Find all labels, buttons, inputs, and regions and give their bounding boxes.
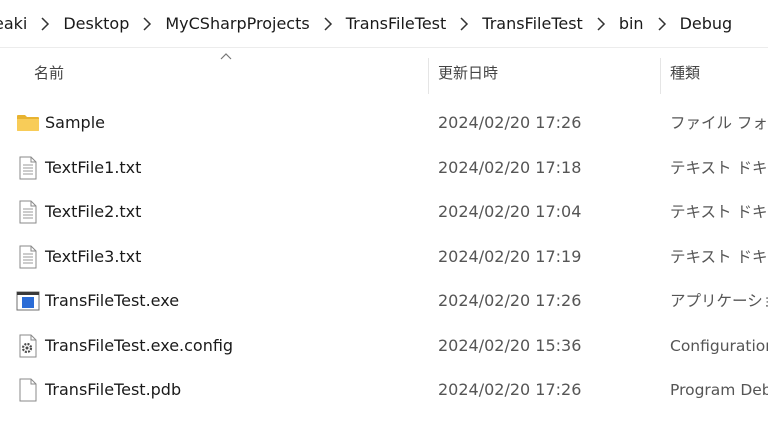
file-type: テキスト ドキュメント [670, 203, 768, 221]
breadcrumb: eaki Desktop MyCSharpProjects TransFileT… [0, 0, 768, 46]
column-divider[interactable] [428, 58, 429, 94]
breadcrumb-item-debug[interactable]: Debug [678, 14, 735, 33]
text-file-icon [19, 200, 37, 224]
chevron-right-icon[interactable] [318, 14, 338, 32]
file-type: Program Debug [670, 381, 768, 399]
breadcrumb-item-user[interactable]: eaki [0, 14, 29, 33]
chevron-right-icon[interactable] [137, 14, 157, 32]
chevron-right-icon[interactable] [454, 14, 474, 32]
text-file-icon [19, 245, 37, 268]
file-row-textfile3[interactable]: TextFile3.txt 2024/02/20 17:19 テキスト ドキュメ… [0, 235, 768, 280]
file-row-textfile1[interactable]: TextFile1.txt 2024/02/20 17:18 テキスト ドキュメ… [0, 146, 768, 191]
chevron-right-icon[interactable] [652, 14, 672, 32]
file-name: TextFile1.txt [45, 157, 142, 177]
column-header-name[interactable]: 名前 [34, 50, 428, 96]
breadcrumb-item-mycsharpprojects[interactable]: MyCSharpProjects [163, 14, 311, 33]
column-divider[interactable] [660, 58, 661, 94]
file-explorer: eaki Desktop MyCSharpProjects TransFileT… [0, 0, 768, 434]
chevron-right-icon[interactable] [35, 14, 55, 32]
breadcrumb-divider [0, 47, 768, 48]
file-type: テキスト ドキュメント [670, 158, 768, 177]
application-icon [16, 291, 40, 311]
file-name: TextFile2.txt [45, 202, 142, 221]
file-type: アプリケーション [670, 292, 768, 310]
file-row-textfile2[interactable]: TextFile2.txt 2024/02/20 17:04 テキスト ドキュメ… [0, 190, 768, 235]
column-header: 名前 更新日時 種類 [0, 50, 768, 96]
file-date-modified: 2024/02/20 17:19 [438, 246, 582, 266]
breadcrumb-item-transfiletest-solution[interactable]: TransFileTest [344, 14, 449, 33]
file-row-config[interactable]: TransFileTest.exe.config 2024/02/20 15:3… [0, 324, 768, 369]
breadcrumb-item-bin[interactable]: bin [617, 14, 646, 33]
breadcrumb-item-transfiletest-project[interactable]: TransFileTest [480, 14, 585, 33]
file-date-modified: 2024/02/20 17:04 [438, 202, 582, 221]
file-date-modified: 2024/02/20 17:18 [438, 157, 582, 177]
file-date-modified: 2024/02/20 15:36 [438, 335, 582, 355]
file-list: Sample 2024/02/20 17:26 ファイル フォルダー TextF… [0, 101, 768, 413]
text-file-icon [19, 156, 37, 179]
file-row-pdb[interactable]: TransFileTest.pdb 2024/02/20 17:26 Progr… [0, 368, 768, 413]
file-name: TransFileTest.exe [45, 291, 180, 310]
file-name: TransFileTest.pdb [45, 380, 182, 399]
folder-icon [17, 115, 39, 131]
column-header-type[interactable]: 種類 [670, 50, 768, 96]
config-file-icon [19, 334, 37, 357]
chevron-right-icon[interactable] [591, 14, 611, 32]
blank-file-icon [19, 378, 37, 402]
file-name: TransFileTest.exe.config [45, 335, 234, 355]
column-header-date-modified[interactable]: 更新日時 [438, 50, 660, 96]
file-type: テキスト ドキュメント [670, 247, 768, 266]
file-name: TextFile3.txt [45, 246, 142, 266]
file-date-modified: 2024/02/20 17:26 [438, 380, 582, 399]
file-type: Configuration [670, 336, 768, 355]
file-type: ファイル フォルダー [670, 114, 768, 132]
file-date-modified: 2024/02/20 17:26 [438, 291, 582, 310]
file-row-sample[interactable]: Sample 2024/02/20 17:26 ファイル フォルダー [0, 101, 768, 146]
file-date-modified: 2024/02/20 17:26 [438, 113, 582, 132]
file-name: Sample [45, 113, 105, 132]
breadcrumb-item-desktop[interactable]: Desktop [61, 14, 131, 33]
file-row-exe[interactable]: TransFileTest.exe 2024/02/20 17:26 アプリケー… [0, 279, 768, 324]
